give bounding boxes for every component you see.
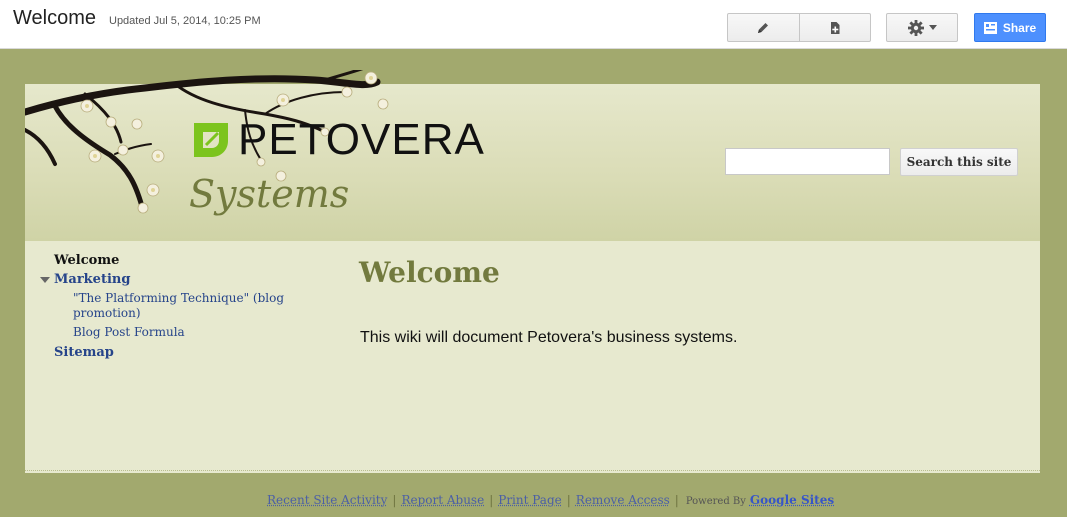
editor-toolbar: Welcome Updated Jul 5, 2014, 10:25 PM Sh… — [0, 0, 1067, 49]
last-updated-text: Updated Jul 5, 2014, 10:25 PM — [109, 15, 261, 27]
site-footer: Recent Site Activity | Report Abuse | Print … — [267, 493, 834, 507]
share-button[interactable]: Share — [974, 13, 1046, 42]
sidebar-item-sitemap[interactable]: Sitemap — [54, 345, 114, 360]
site-container: PETOVERA Systems Search this site Welcom… — [25, 70, 1040, 473]
google-sites-link[interactable]: Google Sites — [750, 493, 834, 507]
edit-button-group — [727, 13, 871, 42]
print-page-link[interactable]: Print Page — [498, 493, 562, 507]
footer-separator: | — [489, 493, 494, 507]
pencil-icon — [758, 22, 769, 33]
remove-access-link[interactable]: Remove Access — [576, 493, 670, 507]
sites-icon — [983, 21, 997, 34]
new-page-button[interactable] — [798, 14, 871, 41]
footer-separator: | — [566, 493, 571, 507]
settings-menu-button[interactable] — [886, 13, 958, 42]
sidebar-item-platforming-technique[interactable]: "The Platforming Technique" (blog promot… — [73, 291, 288, 321]
content-body: This wiki will document Petovera's busin… — [360, 329, 738, 346]
footer-separator: | — [674, 493, 679, 507]
sidebar-item-welcome[interactable]: Welcome — [54, 253, 119, 268]
site-name: Systems — [189, 172, 350, 216]
gear-icon — [908, 19, 924, 36]
logo-text: PETOVERA — [238, 115, 485, 164]
sidebar-item-blog-post-formula[interactable]: Blog Post Formula — [73, 325, 185, 340]
new-page-icon — [830, 21, 840, 34]
site-header: PETOVERA Systems Search this site — [25, 70, 1040, 241]
site-logo[interactable]: PETOVERA — [190, 118, 485, 162]
footer-separator: | — [392, 493, 397, 507]
edit-page-button[interactable] — [728, 14, 799, 41]
content-title: Welcome — [359, 256, 500, 289]
leaf-logo-icon — [194, 123, 228, 157]
caret-down-icon — [929, 25, 937, 30]
powered-by-text: Powered By — [685, 496, 746, 507]
share-button-label: Share — [1002, 20, 1037, 35]
content-divider — [25, 470, 1040, 471]
recent-site-activity-link[interactable]: Recent Site Activity — [267, 493, 387, 507]
site-search-input[interactable] — [725, 148, 890, 175]
expand-triangle-icon[interactable] — [40, 277, 50, 283]
sidebar-item-marketing[interactable]: Marketing — [54, 272, 130, 287]
page-title: Welcome — [13, 7, 96, 29]
report-abuse-link[interactable]: Report Abuse — [401, 493, 484, 507]
search-site-button[interactable]: Search this site — [900, 148, 1018, 176]
